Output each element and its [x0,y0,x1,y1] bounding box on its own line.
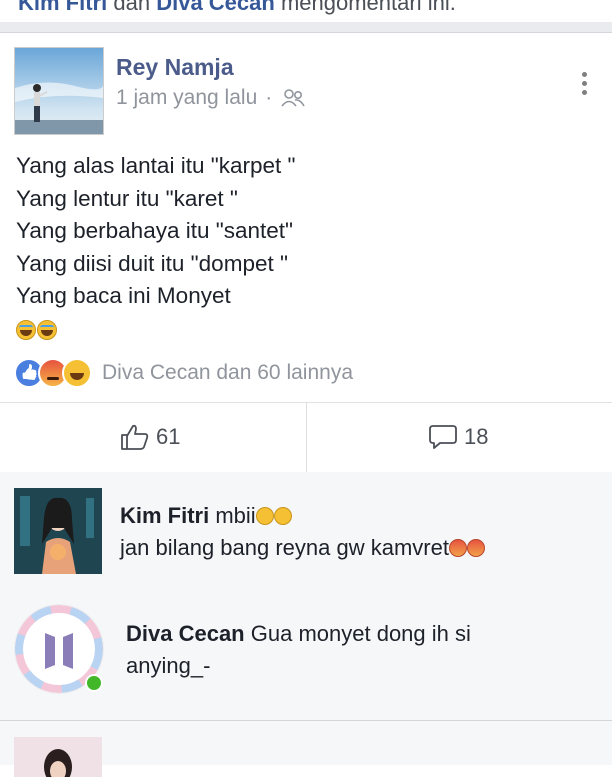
post-line: Yang baca ini Monyet [16,283,231,308]
comment-bubble-icon [429,425,457,449]
notice-and: dan [113,0,151,15]
commenter-avatar-image [14,488,102,574]
laughing-emoji-icon [37,320,57,340]
like-button[interactable]: 61 [120,423,180,451]
post-emoji-row [16,320,57,340]
notice-tail: mengomentari ini. [280,0,456,15]
comment-text: Gua monyet dong ih si [250,621,471,646]
post-line: Yang berbahaya itu "santet" [16,218,293,243]
post-time[interactable]: 1 jam yang lalu [116,86,257,110]
thumbs-up-icon [121,424,149,450]
notice-separator [0,22,612,33]
comment-button[interactable]: 18 [428,423,488,451]
comment-text: mbii [215,503,256,528]
reactions-summary[interactable]: Diva Cecan dan 60 lainnya [14,358,353,388]
reactions-text: Diva Cecan dan 60 lainnya [102,361,353,384]
comment-author[interactable]: Diva Cecan [126,621,245,646]
action-divider [306,402,307,472]
comment-author[interactable]: Kim Fitri [120,503,209,528]
author-avatar[interactable] [14,47,104,135]
post-line: Yang alas lantai itu "karpet " [16,153,296,178]
haha-reaction-icon [62,358,92,388]
comment-notice: Kim Fitri dan Diva Cecan mengomentari in… [18,0,456,16]
like-count: 61 [156,424,181,449]
post-meta: 1 jam yang lalu · [116,86,306,110]
comment-text: jan bilang bang reyna gw kamvret [120,535,449,560]
meta-dot: · [265,86,273,109]
smirk-emoji-icon [273,507,292,525]
post-author-name[interactable]: Rey Namja [116,54,234,81]
angry-emoji-icon [448,539,467,557]
notice-name-2[interactable]: Diva Cecan [156,0,275,15]
comment-separator [0,720,612,721]
commenter-avatar[interactable] [14,488,102,574]
angry-emoji-icon [466,539,485,557]
more-options-icon[interactable] [576,68,592,102]
friends-icon [281,89,305,107]
notice-name-1[interactable]: Kim Fitri [18,0,107,15]
commenter-avatar[interactable] [14,737,102,777]
comment-count: 18 [464,424,489,449]
comment-1-header: Kim Fitri mbii [120,503,292,529]
smirk-emoji-icon [255,507,274,525]
post-line: Yang lentur itu "karet " [16,185,238,211]
post-line: Yang diisi duit itu "dompet " [16,250,288,276]
post-text: Yang alas lantai itu "karpet " Yang lent… [16,150,295,313]
comment-2-body: anying_- [126,653,211,678]
commenter-avatar-image [14,737,102,777]
comment-1-body: jan bilang bang reyna gw kamvret [120,535,485,561]
online-status-dot [85,674,103,692]
comment-2-header: Diva Cecan Gua monyet dong ih si [126,621,471,647]
author-avatar-image [15,48,103,134]
laughing-emoji-icon [16,320,36,340]
